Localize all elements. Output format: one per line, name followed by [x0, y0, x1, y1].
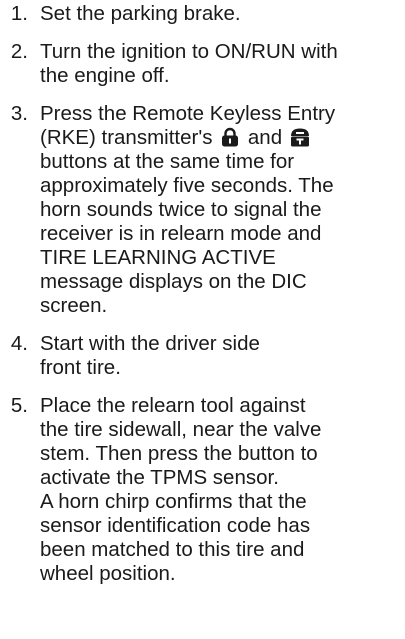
- step-2: 2. Turn the ignition to ON/RUN with the …: [0, 40, 405, 88]
- step-line: Place the relearn tool against: [40, 394, 306, 417]
- step-number: 4.: [10, 332, 28, 355]
- step-line: approximately five seconds. The: [40, 174, 334, 197]
- step-line: the engine off.: [40, 64, 170, 87]
- step-number: 5.: [10, 394, 28, 417]
- instruction-list: 1. Set the parking brake. 2. Turn the ig…: [0, 0, 405, 586]
- step-line: stem. Then press the button to: [40, 442, 318, 465]
- step-line: sensor identification code has: [40, 514, 311, 537]
- unlock-icon: [290, 127, 310, 147]
- step-line: wheel position.: [40, 562, 176, 585]
- step-line: front tire.: [40, 356, 121, 379]
- step-text: Place the relearn tool against the tire …: [40, 394, 390, 586]
- step-line: activate the TPMS sensor.: [40, 466, 279, 489]
- step-text: Turn the ignition to ON/RUN with the eng…: [40, 40, 390, 88]
- step-number: 3.: [10, 102, 28, 125]
- step-line: the tire sidewall, near the valve: [40, 418, 322, 441]
- step-line: Turn the ignition to ON/RUN with: [40, 40, 338, 63]
- step-line: buttons at the same time for: [40, 150, 295, 173]
- step-line: Press the Remote Keyless Entry: [40, 102, 336, 125]
- step-text: Set the parking brake.: [40, 2, 390, 26]
- step-line: TIRE LEARNING ACTIVE: [40, 246, 276, 269]
- step-line: receiver is in relearn mode and: [40, 222, 322, 245]
- lock-icon: [220, 127, 240, 147]
- step-line: Start with the driver side: [40, 332, 260, 355]
- step-number: 1.: [10, 2, 28, 25]
- step-line-with-icons: (RKE) transmitter's and: [40, 126, 390, 150]
- step-line: A horn chirp confirms that the: [40, 490, 307, 513]
- step-text-fragment: (RKE) transmitter's: [40, 126, 213, 149]
- step-text: Press the Remote Keyless Entry (RKE) tra…: [40, 102, 390, 318]
- step-line: Set the parking brake.: [40, 2, 241, 25]
- step-5: 5. Place the relearn tool against the ti…: [0, 394, 405, 586]
- step-line: been matched to this tire and: [40, 538, 305, 561]
- step-3: 3. Press the Remote Keyless Entry (RKE) …: [0, 102, 405, 318]
- step-line: message displays on the DIC: [40, 270, 307, 293]
- step-number: 2.: [10, 40, 28, 63]
- step-1: 1. Set the parking brake.: [0, 2, 405, 26]
- step-4: 4. Start with the driver side front tire…: [0, 332, 405, 380]
- step-line: horn sounds twice to signal the: [40, 198, 322, 221]
- step-text: Start with the driver side front tire.: [40, 332, 390, 380]
- step-text-fragment: and: [247, 126, 283, 149]
- step-line: screen.: [40, 294, 108, 317]
